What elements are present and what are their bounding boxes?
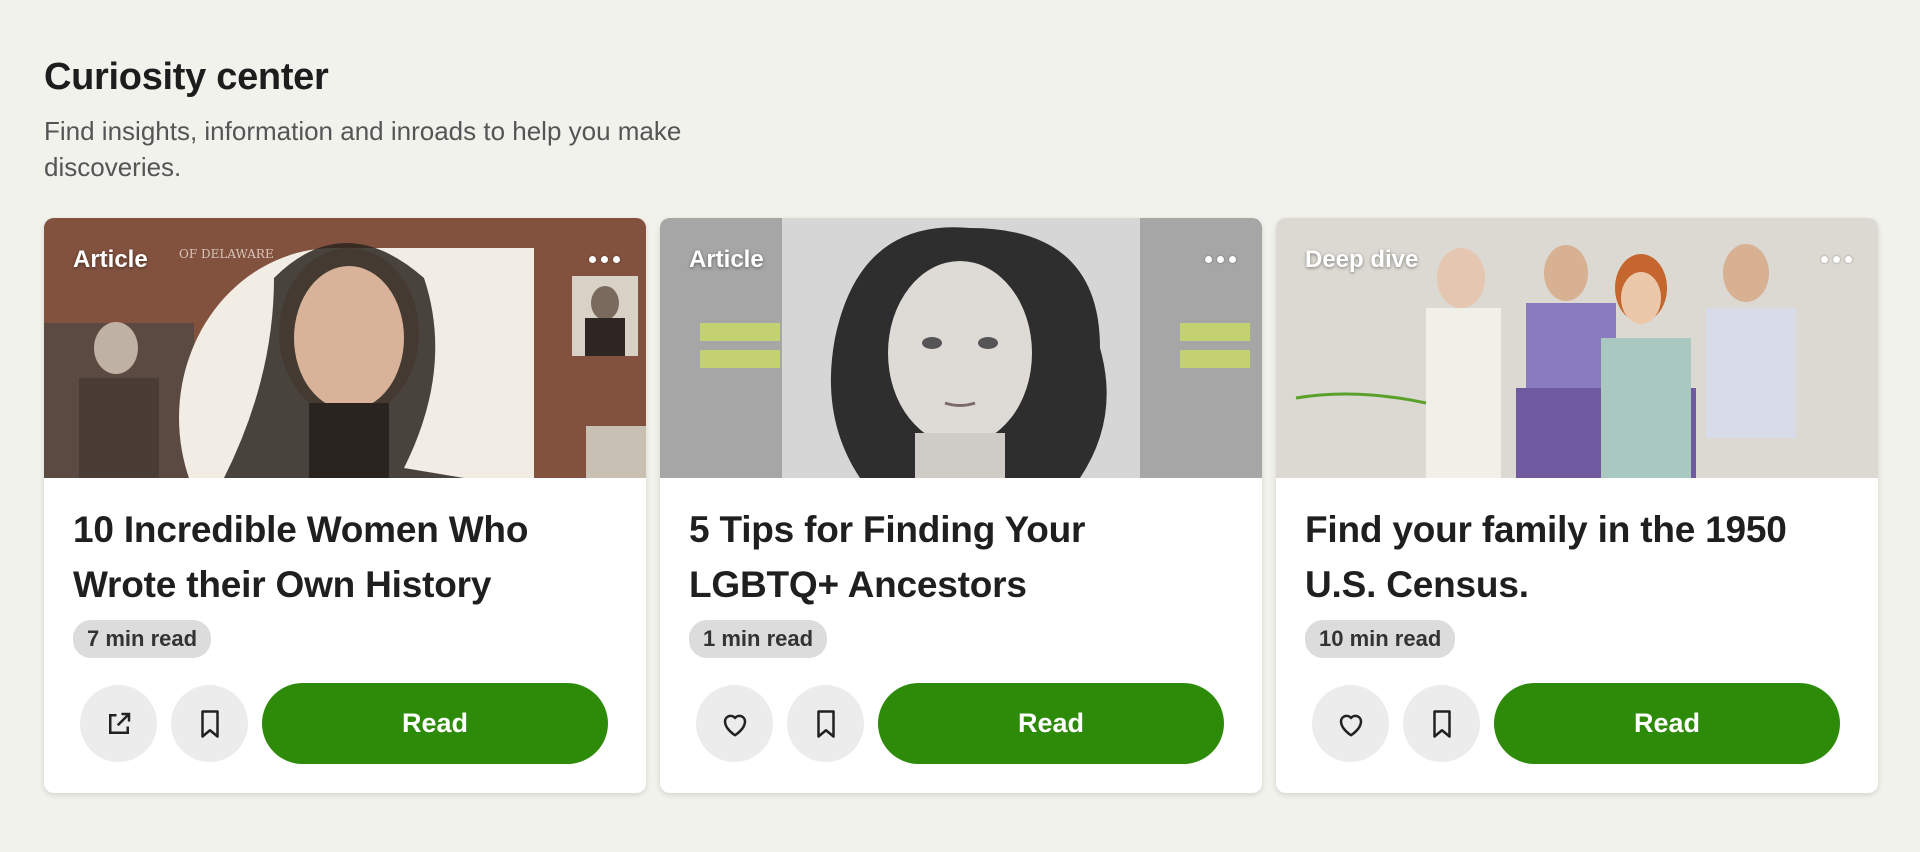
read-time-badge: 1 min read — [689, 620, 828, 658]
read-time-badge: 10 min read — [1305, 620, 1456, 658]
card-image: Deep dive — [1276, 218, 1878, 478]
card-image: OF DELAWARE Article — [44, 218, 646, 478]
read-time-badge: 7 min read — [73, 620, 212, 658]
section-subtitle: Find insights, information and inroads t… — [44, 116, 682, 182]
heart-icon — [723, 714, 746, 736]
bookmark-button[interactable] — [171, 685, 248, 762]
article-card[interactable]: Deep dive Find your family in the 1950 U… — [1276, 218, 1878, 793]
more-options-icon[interactable] — [1821, 256, 1852, 263]
bookmark-button[interactable] — [787, 685, 864, 762]
card-type-label: Deep dive — [1305, 246, 1419, 273]
bookmark-icon — [1432, 709, 1451, 738]
more-options-icon[interactable] — [589, 256, 620, 263]
section-title: Curiosity center — [44, 56, 329, 98]
card-type-label: Article — [689, 246, 764, 273]
bookmark-button[interactable] — [1403, 685, 1480, 762]
like-button[interactable] — [696, 685, 773, 762]
card-title[interactable]: 10 Incredible Women Who Wrote their Own … — [73, 502, 617, 612]
read-button[interactable]: Read — [1494, 683, 1840, 764]
card-image: Article — [660, 218, 1262, 478]
card-title[interactable]: 5 Tips for Finding Your LGBTQ+ Ancestors — [689, 502, 1233, 612]
article-card[interactable]: Article 5 Tips for Finding Your LGBTQ+ A… — [660, 218, 1262, 793]
card-type-label: Article — [73, 246, 148, 273]
read-button[interactable]: Read — [878, 683, 1224, 764]
read-button[interactable]: Read — [262, 683, 608, 764]
external-link-icon — [108, 712, 130, 734]
card-list: OF DELAWARE Article 10 Incredible Women … — [44, 218, 1878, 793]
heart-icon — [1339, 714, 1362, 736]
curiosity-center-header: Curiosity center Find insights, informat… — [44, 56, 1876, 185]
like-button[interactable] — [1312, 685, 1389, 762]
bookmark-icon — [816, 709, 835, 738]
bookmark-icon — [200, 709, 219, 738]
share-button[interactable] — [80, 685, 157, 762]
article-card[interactable]: OF DELAWARE Article 10 Incredible Women … — [44, 218, 646, 793]
more-options-icon[interactable] — [1205, 256, 1236, 263]
card-title[interactable]: Find your family in the 1950 U.S. Census… — [1305, 502, 1849, 612]
svg-text:OF DELAWARE: OF DELAWARE — [179, 247, 274, 261]
